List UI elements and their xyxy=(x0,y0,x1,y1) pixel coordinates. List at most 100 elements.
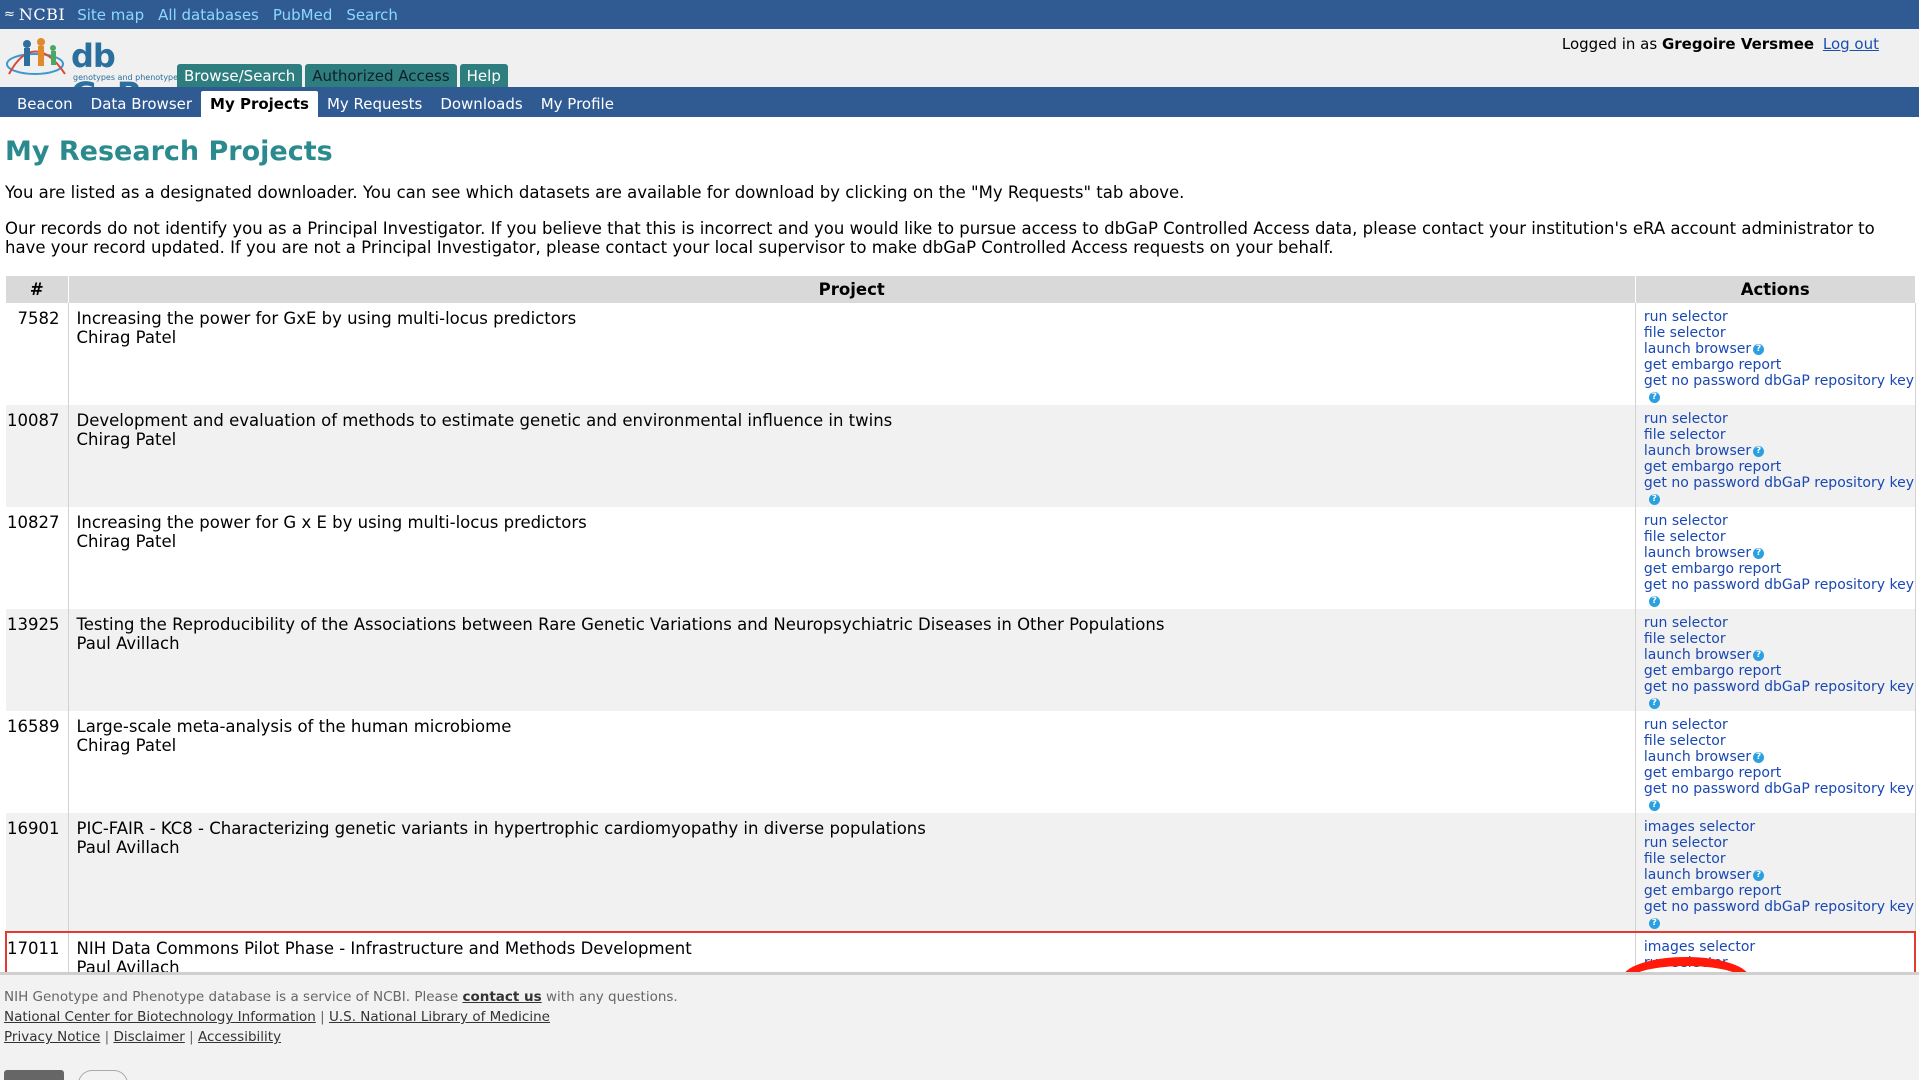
help-icon[interactable]: ? xyxy=(1648,697,1660,709)
action-file-selector-link[interactable]: file selector xyxy=(1644,325,1726,341)
action-get-embargo-report-link[interactable]: get embargo report xyxy=(1644,459,1781,475)
top-link-search[interactable]: Search xyxy=(346,6,398,24)
help-icon[interactable]: ? xyxy=(1648,595,1660,607)
actions-cell: run selector file selector launch browser?… xyxy=(1635,711,1916,813)
action-run-selector-link[interactable]: run selector xyxy=(1644,411,1728,427)
action-get-embargo-report-link[interactable]: get embargo report xyxy=(1644,357,1781,373)
subtab-my-projects[interactable]: My Projects xyxy=(201,91,318,117)
tab-help[interactable]: Help xyxy=(459,64,508,87)
top-link-all-databases[interactable]: All databases xyxy=(158,6,259,24)
privacy-link[interactable]: Privacy Notice xyxy=(4,1029,100,1045)
help-icon[interactable]: ? xyxy=(1753,649,1765,661)
nlm-link[interactable]: U.S. National Library of Medicine xyxy=(329,1009,550,1025)
footer-line-2: National Center for Biotechnology Inform… xyxy=(4,1009,550,1025)
help-icon[interactable]: ? xyxy=(1648,799,1660,811)
action-run-selector-link[interactable]: run selector xyxy=(1644,615,1728,631)
subtab-my-requests[interactable]: My Requests xyxy=(318,91,431,117)
tab-browse-search[interactable]: Browse/Search xyxy=(177,64,303,87)
action-item: images selector xyxy=(1644,819,1915,835)
action-launch-browser-link[interactable]: launch browser xyxy=(1644,647,1751,663)
action-get-no-password-dbgap-repository-key-link[interactable]: get no password dbGaP repository key xyxy=(1644,577,1914,593)
ncbi-logo[interactable]: ≈ NCBI xyxy=(4,5,65,24)
action-get-no-password-dbgap-repository-key-link[interactable]: get no password dbGaP repository key xyxy=(1644,475,1914,491)
action-get-embargo-report-link[interactable]: get embargo report xyxy=(1644,765,1781,781)
action-get-no-password-dbgap-repository-key-link[interactable]: get no password dbGaP repository key xyxy=(1644,781,1914,797)
action-file-selector-link[interactable]: file selector xyxy=(1644,851,1726,867)
action-file-selector-link[interactable]: file selector xyxy=(1644,733,1726,749)
action-launch-browser-link[interactable]: launch browser xyxy=(1644,545,1751,561)
table-header-row: # Project Actions xyxy=(6,276,1916,303)
ncbi-topbar: ≈ NCBI Site map All databases PubMed Sea… xyxy=(0,0,1919,29)
disclaimer-link[interactable]: Disclaimer xyxy=(113,1029,184,1045)
nih-logo[interactable] xyxy=(4,1070,64,1080)
action-images-selector-link[interactable]: images selector xyxy=(1644,939,1755,955)
action-launch-browser-link[interactable]: launch browser xyxy=(1644,867,1751,883)
table-row: 16589 Large-scale meta-analysis of the hu… xyxy=(6,711,1916,813)
tab-authorized-access[interactable]: Authorized Access xyxy=(305,64,457,87)
logout-link[interactable]: Log out xyxy=(1823,35,1879,53)
action-item: get no password dbGaP repository key? xyxy=(1644,577,1915,609)
action-launch-browser-link[interactable]: launch browser xyxy=(1644,443,1751,459)
action-run-selector-link[interactable]: run selector xyxy=(1644,309,1728,325)
top-link-site-map[interactable]: Site map xyxy=(77,6,144,24)
action-item: launch browser? xyxy=(1644,443,1915,459)
project-cell: Increasing the power for GxE by using mu… xyxy=(68,303,1636,405)
action-file-selector-link[interactable]: file selector xyxy=(1644,529,1726,545)
action-get-embargo-report-link[interactable]: get embargo report xyxy=(1644,663,1781,679)
top-link-pubmed[interactable]: PubMed xyxy=(273,6,333,24)
help-icon[interactable]: ? xyxy=(1753,869,1765,881)
accessibility-link[interactable]: Accessibility xyxy=(198,1029,281,1045)
sub-navigation: Beacon Data Browser My Projects My Reque… xyxy=(0,87,1919,117)
login-status: Logged in as Gregoire Versmee Log out xyxy=(1562,35,1879,53)
page-title: My Research Projects xyxy=(5,136,333,167)
action-item: images selector xyxy=(1644,939,1914,955)
footer-line-3: Privacy Notice | Disclaimer | Accessibil… xyxy=(4,1029,282,1045)
project-investigator: Paul Avillach xyxy=(76,838,180,857)
footer-line-1: NIH Genotype and Phenotype database is a… xyxy=(4,987,1919,1007)
action-item: file selector xyxy=(1644,325,1915,341)
action-run-selector-link[interactable]: run selector xyxy=(1644,717,1728,733)
action-get-no-password-dbgap-repository-key-link[interactable]: get no password dbGaP repository key xyxy=(1644,899,1914,915)
subtab-downloads[interactable]: Downloads xyxy=(431,91,531,117)
help-icon[interactable]: ? xyxy=(1753,751,1765,763)
help-icon[interactable]: ? xyxy=(1648,493,1660,505)
help-icon[interactable]: ? xyxy=(1753,445,1765,457)
project-number: 13925 xyxy=(6,609,69,711)
action-get-no-password-dbgap-repository-key-link[interactable]: get no password dbGaP repository key xyxy=(1644,373,1914,389)
action-item: get embargo report xyxy=(1644,883,1915,899)
action-launch-browser-link[interactable]: launch browser xyxy=(1644,749,1751,765)
project-title: Development and evaluation of methods to… xyxy=(76,411,893,430)
dbgap-logo[interactable]: db GaP genotypes and phenotypes xyxy=(5,34,182,113)
project-cell: Increasing the power for G x E by using … xyxy=(68,507,1636,609)
action-images-selector-link[interactable]: images selector xyxy=(1644,819,1755,835)
help-icon[interactable]: ? xyxy=(1648,391,1660,403)
action-get-embargo-report-link[interactable]: get embargo report xyxy=(1644,561,1781,577)
help-icon[interactable]: ? xyxy=(1753,343,1765,355)
action-item: file selector xyxy=(1644,427,1915,443)
action-launch-browser-link[interactable]: launch browser xyxy=(1644,341,1751,357)
hhs-seal-logo[interactable] xyxy=(78,1070,128,1080)
ncbi-link[interactable]: National Center for Biotechnology Inform… xyxy=(4,1009,316,1025)
subtab-data-browser[interactable]: Data Browser xyxy=(82,91,201,117)
project-number: 16901 xyxy=(6,813,69,932)
action-file-selector-link[interactable]: file selector xyxy=(1644,631,1726,647)
contact-us-link[interactable]: contact us xyxy=(462,989,541,1005)
action-run-selector-link[interactable]: run selector xyxy=(1644,835,1728,851)
action-get-embargo-report-link[interactable]: get embargo report xyxy=(1644,883,1781,899)
action-item: get no password dbGaP repository key? xyxy=(1644,679,1915,711)
dbgap-header: db GaP genotypes and phenotypes Browse/S… xyxy=(0,29,1919,113)
project-investigator: Paul Avillach xyxy=(76,634,180,653)
action-get-no-password-dbgap-repository-key-link[interactable]: get no password dbGaP repository key xyxy=(1644,679,1914,695)
action-item: get no password dbGaP repository key? xyxy=(1644,475,1915,507)
action-item: file selector xyxy=(1644,631,1915,647)
help-icon[interactable]: ? xyxy=(1753,547,1765,559)
help-icon[interactable]: ? xyxy=(1648,917,1660,929)
action-file-selector-link[interactable]: file selector xyxy=(1644,427,1726,443)
subtab-beacon[interactable]: Beacon xyxy=(8,91,82,117)
project-title: Large-scale meta-analysis of the human m… xyxy=(76,717,512,736)
project-cell: Testing the Reproducibility of the Assoc… xyxy=(68,609,1636,711)
header-actions: Actions xyxy=(1635,276,1916,303)
subtab-my-profile[interactable]: My Profile xyxy=(532,91,623,117)
project-cell: Large-scale meta-analysis of the human m… xyxy=(68,711,1636,813)
action-run-selector-link[interactable]: run selector xyxy=(1644,513,1728,529)
